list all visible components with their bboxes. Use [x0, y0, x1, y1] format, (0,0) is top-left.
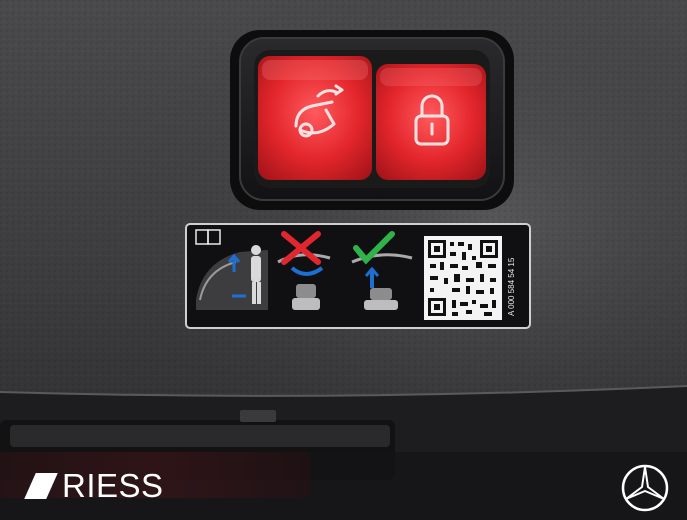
brand-watermark: RIESS — [24, 466, 164, 506]
three-pointed-star-icon — [621, 464, 669, 512]
photo-stage: A 000 584 54 15 RIESS — [0, 0, 687, 520]
warning-sticker: A 000 584 54 15 — [185, 223, 531, 329]
lock-button — [376, 64, 486, 180]
qr-code — [424, 236, 502, 320]
brand-name: RIESS — [62, 467, 164, 504]
tailgate-photo: A 000 584 54 15 — [0, 0, 687, 520]
switch-panel — [230, 30, 514, 210]
part-number: A 000 584 54 15 — [507, 257, 516, 316]
brand-slash-icon — [24, 473, 58, 499]
tailgate-button — [258, 56, 372, 180]
